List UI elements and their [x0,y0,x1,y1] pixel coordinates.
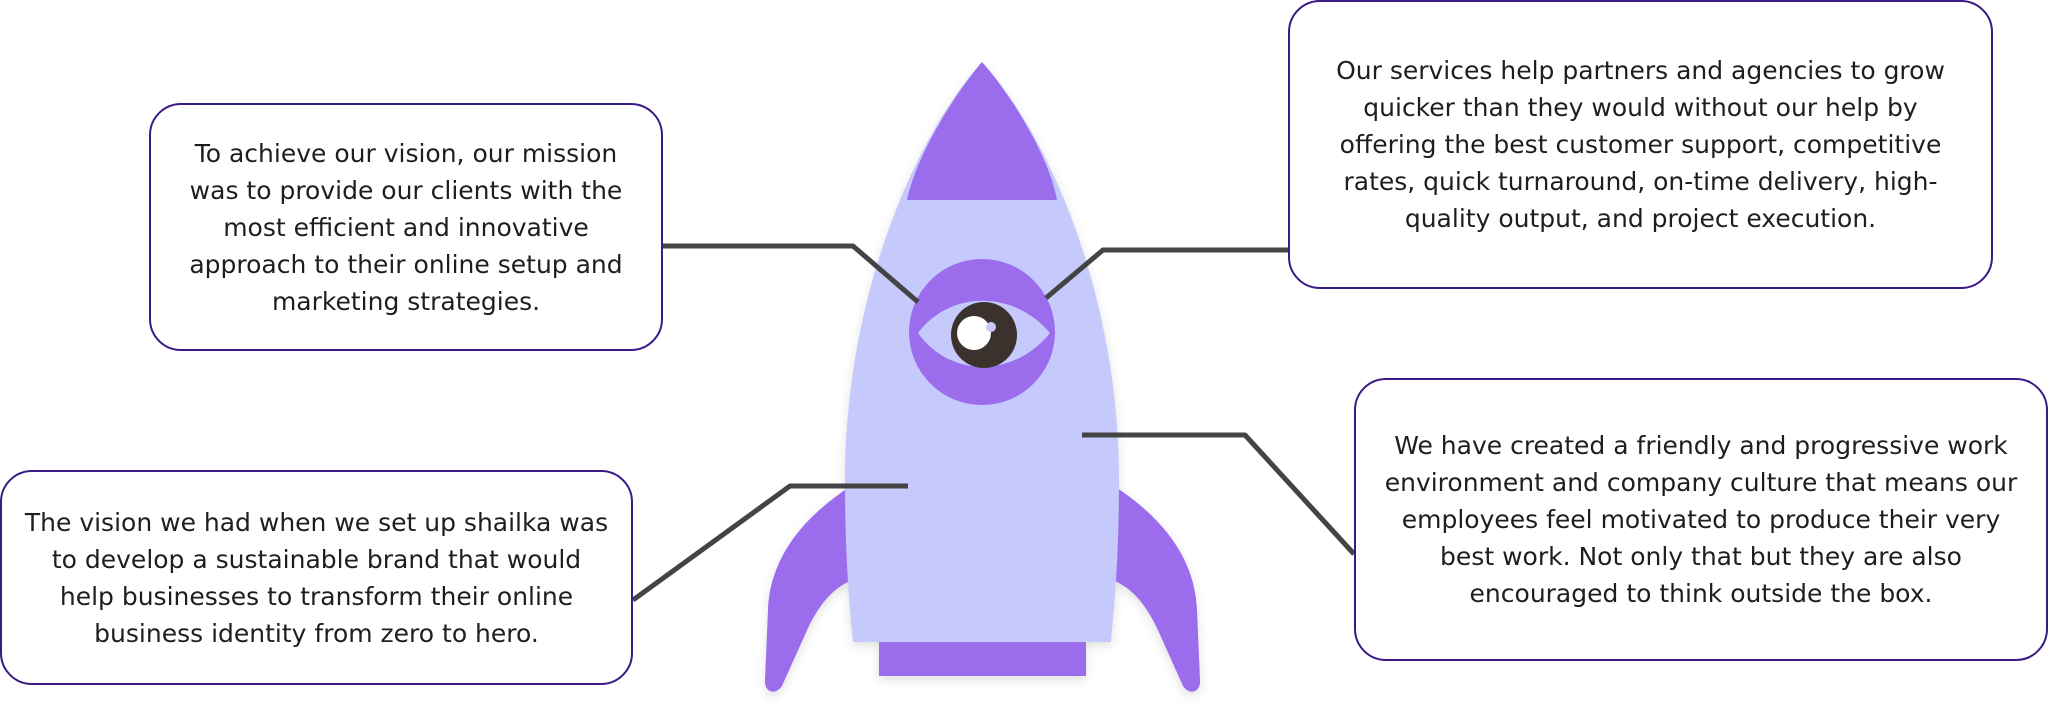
services-text: Our services help partners and agencies … [1336,56,1945,233]
rocket-nose-cone [907,62,1057,200]
services-callout: Our services help partners and agencies … [1288,0,1993,289]
eye-sparkle [986,322,996,332]
rocket-illustration [764,62,1201,692]
mission-callout: To achieve our vision, our mission was t… [149,103,663,351]
culture-callout: We have created a friendly and progressi… [1354,378,2048,661]
vision-text: The vision we had when we set up shailka… [24,507,609,648]
culture-text: We have created a friendly and progressi… [1384,431,2018,608]
rocket-left-fin [764,488,858,692]
eye-highlight [957,316,991,350]
mission-text: To achieve our vision, our mission was t… [189,138,623,316]
vision-callout: The vision we had when we set up shailka… [0,470,633,685]
rocket-right-fin [1107,488,1201,692]
